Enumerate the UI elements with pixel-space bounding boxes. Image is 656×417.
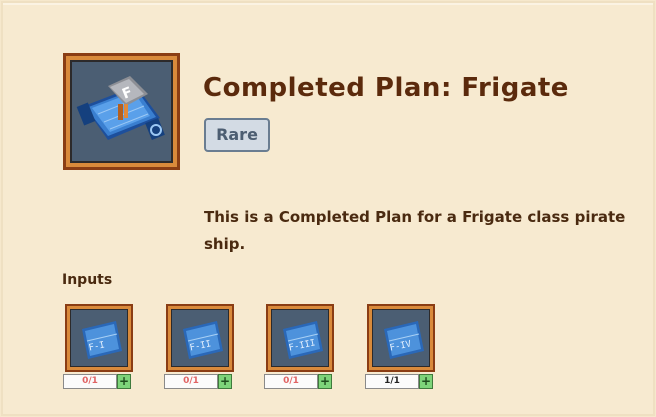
input-count: 0/1 xyxy=(264,374,318,389)
input-count: 0/1 xyxy=(164,374,218,389)
input-slot[interactable]: F-II 0/1 + xyxy=(164,304,236,389)
frigate-plan-icon: F xyxy=(76,76,165,140)
input-slot-frame: F-II xyxy=(166,304,234,372)
item-details-panel: F Completed Plan: Frigate Rare This is a… xyxy=(1,1,655,416)
input-count: 0/1 xyxy=(63,374,117,389)
item-description: This is a Completed Plan for a Frigate c… xyxy=(204,208,626,253)
item-icon-frame: F xyxy=(63,53,180,170)
add-input-button[interactable]: + xyxy=(318,374,332,389)
blueprint-icon: F-I xyxy=(82,321,122,359)
add-input-button[interactable]: + xyxy=(117,374,131,389)
blueprint-icon: F-II xyxy=(183,321,223,359)
inputs-heading: Inputs xyxy=(62,272,113,288)
input-slot-frame: F-III xyxy=(266,304,334,372)
item-title: Completed Plan: Frigate xyxy=(203,73,569,103)
blueprint-icon: F-IV xyxy=(384,321,424,359)
input-count: 1/1 xyxy=(365,374,419,389)
input-slot[interactable]: F-IV 1/1 + xyxy=(365,304,437,389)
rarity-badge: Rare xyxy=(204,118,270,152)
add-input-button[interactable]: + xyxy=(419,374,433,389)
add-input-button[interactable]: + xyxy=(218,374,232,389)
input-slot-frame: F-I xyxy=(65,304,133,372)
input-slot[interactable]: F-III 0/1 + xyxy=(264,304,336,389)
blueprint-icon: F-III xyxy=(283,321,323,359)
input-slot-frame: F-IV xyxy=(367,304,435,372)
input-slot[interactable]: F-I 0/1 + xyxy=(63,304,135,389)
